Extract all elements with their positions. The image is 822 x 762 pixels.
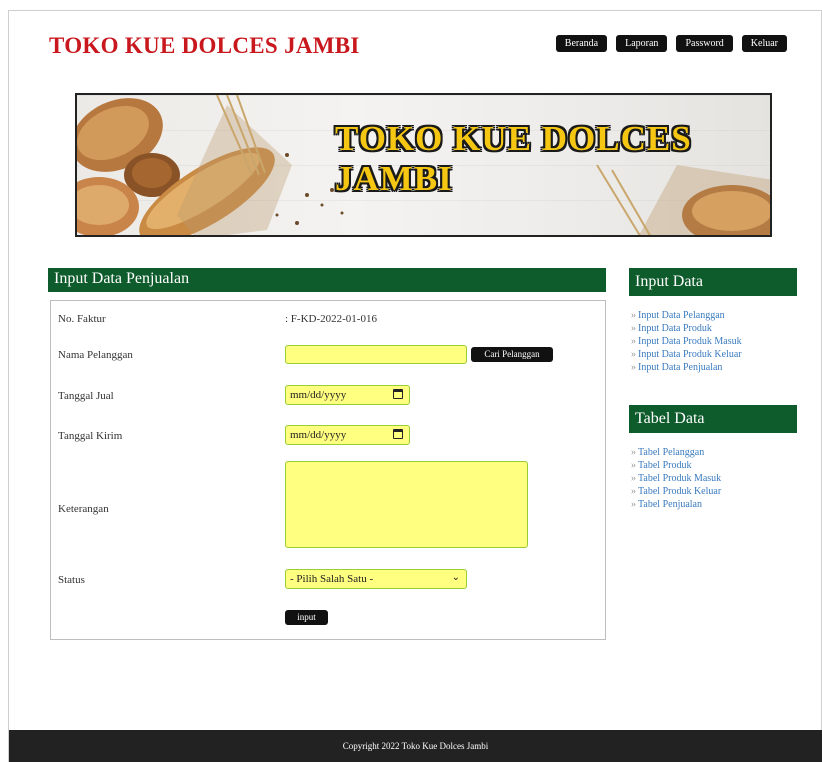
- sidebar-item-tabel-pelanggan[interactable]: » Tabel Pelanggan: [631, 446, 721, 459]
- sidebar-item-tabel-penjualan[interactable]: » Tabel Penjualan: [631, 498, 721, 511]
- tanggal-jual-value: mm/dd/yyyy: [290, 389, 347, 401]
- nav-password-button[interactable]: Password: [676, 35, 733, 52]
- site-title: TOKO KUE DOLCES JAMBI: [49, 33, 360, 58]
- tanggal-kirim-value: mm/dd/yyyy: [290, 429, 347, 441]
- sidebar-item-input-penjualan[interactable]: » Input Data Penjualan: [631, 361, 742, 374]
- keterangan-row: Keterangan: [51, 461, 605, 551]
- top-nav: Beranda Laporan Password Keluar: [555, 35, 787, 52]
- sidebar-item-input-produk[interactable]: » Input Data Produk: [631, 322, 742, 335]
- status-label: Status: [58, 574, 85, 586]
- banner-image: TOKO KUE DOLCES JAMBI: [75, 93, 772, 237]
- nav-laporan-button[interactable]: Laporan: [616, 35, 668, 52]
- cari-pelanggan-button[interactable]: Cari Pelanggan: [471, 347, 553, 362]
- sidebar-item-tabel-produk-masuk[interactable]: » Tabel Produk Masuk: [631, 472, 721, 485]
- faktur-label: No. Faktur: [58, 313, 106, 325]
- sidebar-item-input-produk-masuk[interactable]: » Input Data Produk Masuk: [631, 335, 742, 348]
- pelanggan-input[interactable]: [285, 345, 467, 364]
- nav-keluar-button[interactable]: Keluar: [741, 35, 787, 52]
- keterangan-label: Keterangan: [58, 503, 109, 515]
- nav-beranda-button[interactable]: Beranda: [555, 35, 608, 52]
- sidebar-item-tabel-produk[interactable]: » Tabel Produk: [631, 459, 721, 472]
- form-heading: Input Data Penjualan: [48, 268, 606, 292]
- sidebar-item-input-produk-keluar[interactable]: » Input Data Produk Keluar: [631, 348, 742, 361]
- pelanggan-label: Nama Pelanggan: [58, 349, 133, 361]
- sale-input-form: No. Faktur : F-KD-2022-01-016 Nama Pelan…: [50, 300, 606, 640]
- sidebar-item-input-pelanggan[interactable]: » Input Data Pelanggan: [631, 309, 742, 322]
- tanggal-jual-label: Tanggal Jual: [58, 390, 114, 402]
- tanggal-kirim-label: Tanggal Kirim: [58, 430, 123, 442]
- tanggal-jual-input[interactable]: mm/dd/yyyy: [285, 385, 410, 405]
- banner-title: TOKO KUE DOLCES JAMBI: [335, 119, 692, 198]
- calendar-icon[interactable]: [393, 429, 403, 439]
- status-select[interactable]: - Pilih Salah Satu - ⌄: [285, 569, 467, 589]
- calendar-icon[interactable]: [393, 389, 403, 399]
- chevron-down-icon: ⌄: [451, 572, 460, 583]
- input-submit-button[interactable]: input: [285, 610, 328, 625]
- faktur-value: : F-KD-2022-01-016: [285, 313, 377, 325]
- sidebar-input-list: » Input Data Pelanggan » Input Data Produk…: [631, 309, 742, 374]
- tanggal-kirim-input[interactable]: mm/dd/yyyy: [285, 425, 410, 445]
- sidebar-item-tabel-produk-keluar[interactable]: » Tabel Produk Keluar: [631, 485, 721, 498]
- sidebar-tabel-list: » Tabel Pelanggan » Tabel Produk » Tabel Pr…: [631, 446, 721, 511]
- sidebar-tabel-heading: Tabel Data: [629, 405, 797, 433]
- footer: Copyright 2022 Toko Kue Dolces Jambi: [9, 730, 822, 762]
- footer-copyright: Copyright 2022 Toko Kue Dolces Jambi: [342, 741, 489, 751]
- status-selected-value: - Pilih Salah Satu -: [290, 573, 374, 585]
- sidebar-input-heading: Input Data: [629, 268, 797, 296]
- keterangan-textarea[interactable]: [285, 461, 528, 548]
